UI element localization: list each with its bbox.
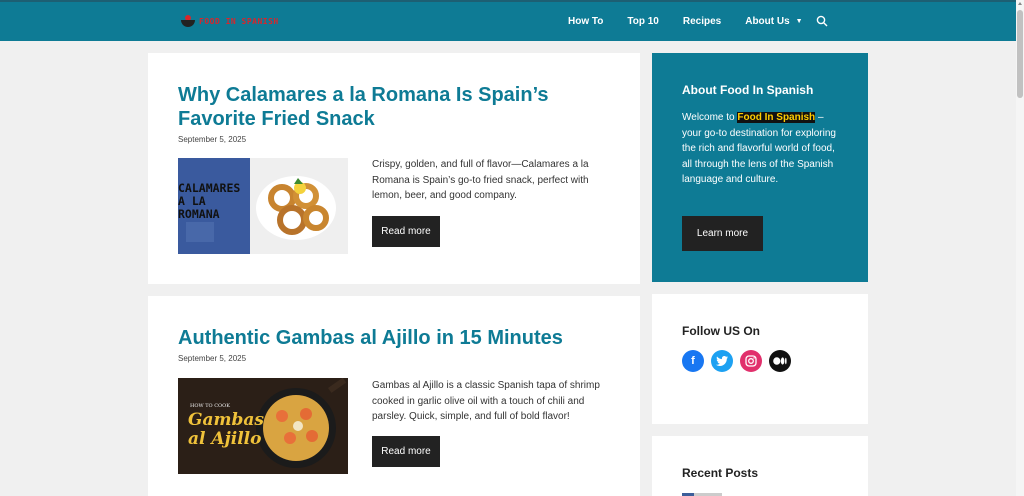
post-card: Why Calamares a la Romana Is Spain’s Fav… <box>148 53 640 284</box>
about-highlight: Food In Spanish <box>737 112 816 123</box>
thumbnail-caption: Gambas al Ajillo <box>188 410 264 449</box>
twitter-icon[interactable] <box>711 350 733 372</box>
post-date: September 5, 2025 <box>178 135 247 144</box>
read-more-button[interactable]: Read more <box>372 216 440 247</box>
social-links: f <box>682 350 791 372</box>
follow-title: Follow US On <box>682 324 760 338</box>
facebook-icon[interactable]: f <box>682 350 704 372</box>
post-title-link[interactable]: Why Calamares a la Romana Is Spain’s Fav… <box>178 83 598 131</box>
about-intro: Welcome to <box>682 112 738 123</box>
nav-item-about-us[interactable]: About Us ▼ <box>733 2 814 41</box>
nav-item-label: About Us <box>745 16 790 27</box>
medium-icon[interactable] <box>769 350 791 372</box>
read-more-button[interactable]: Read more <box>372 436 440 467</box>
scroll-up-arrow-icon[interactable] <box>1018 2 1022 5</box>
site-logo[interactable]: FOOD IN SPANISH <box>180 13 279 28</box>
recent-title: Recent Posts <box>682 466 759 480</box>
thumbnail-caption: CALAMARES A LA ROMANA <box>178 181 241 221</box>
main-nav: How To Top 10 Recipes About Us ▼ <box>556 2 815 41</box>
post-card: Authentic Gambas al Ajillo in 15 Minutes… <box>148 296 640 496</box>
about-widget: About Food In Spanish Welcome to Food In… <box>652 53 868 282</box>
instagram-icon[interactable] <box>740 350 762 372</box>
recent-posts-widget: Recent Posts <box>652 436 868 496</box>
nav-item-top-10[interactable]: Top 10 <box>615 2 670 41</box>
scrollbar[interactable] <box>1016 0 1024 496</box>
pot-logo-icon <box>180 13 196 28</box>
scrollbar-thumb[interactable] <box>1017 10 1023 98</box>
post-title-link[interactable]: Authentic Gambas al Ajillo in 15 Minutes <box>178 326 608 350</box>
chevron-down-icon: ▼ <box>795 18 803 25</box>
site-header: FOOD IN SPANISH How To Top 10 Recipes Ab… <box>0 2 1016 41</box>
about-title: About Food In Spanish <box>682 83 814 97</box>
search-icon[interactable] <box>816 15 828 27</box>
post-thumbnail[interactable]: CALAMARES A LA ROMANA <box>178 158 348 254</box>
follow-widget: Follow US On f <box>652 294 868 424</box>
post-date: September 5, 2025 <box>178 354 247 363</box>
logo-text: FOOD IN SPANISH <box>199 17 279 26</box>
post-excerpt: Gambas al Ajillo is a classic Spanish ta… <box>372 380 600 422</box>
thumbnail-subcaption: HOW TO COOK <box>190 403 230 409</box>
learn-more-button[interactable]: Learn more <box>682 216 763 251</box>
about-text: Welcome to Food In Spanish – your go-to … <box>682 110 842 188</box>
post-thumbnail[interactable]: HOW TO COOK Gambas al Ajillo <box>178 378 348 474</box>
nav-item-recipes[interactable]: Recipes <box>671 2 733 41</box>
nav-item-how-to[interactable]: How To <box>556 2 615 41</box>
post-excerpt: Crispy, golden, and full of flavor—Calam… <box>372 159 589 201</box>
